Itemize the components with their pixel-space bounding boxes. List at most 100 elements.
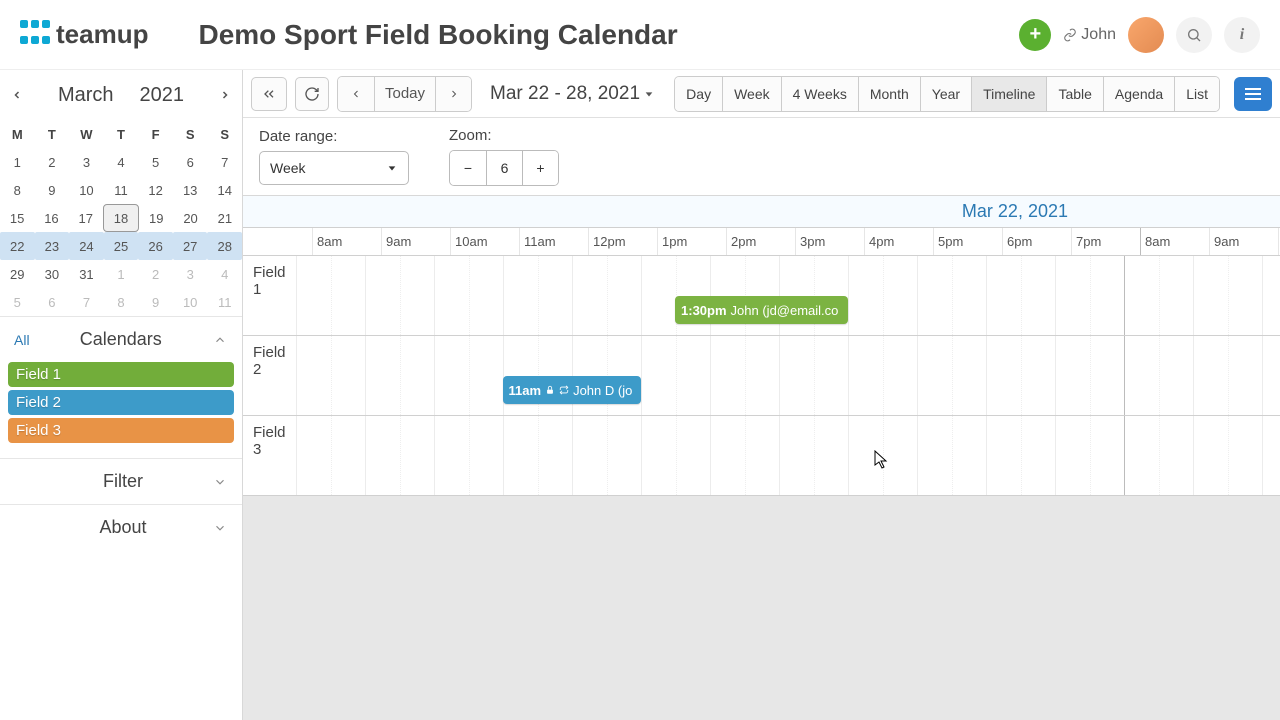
date-range-picker[interactable]: Mar 22 - 28, 2021	[490, 83, 654, 105]
timeline-cell[interactable]	[296, 336, 365, 415]
mini-day[interactable]: 8	[104, 288, 139, 316]
mini-year[interactable]: 2021	[140, 84, 185, 107]
view-4-weeks[interactable]: 4 Weeks	[781, 77, 858, 111]
timeline-cell[interactable]	[917, 256, 986, 335]
mini-day[interactable]: 6	[173, 148, 208, 176]
mini-day[interactable]: 25	[104, 232, 139, 260]
zoom-in-button[interactable]: +	[522, 151, 558, 185]
view-week[interactable]: Week	[722, 77, 781, 111]
mini-day[interactable]: 11	[207, 288, 242, 316]
mini-day[interactable]: 12	[138, 176, 173, 204]
timeline-cell[interactable]	[917, 336, 986, 415]
timeline-cell[interactable]	[848, 256, 917, 335]
timeline-cell[interactable]	[1262, 336, 1280, 415]
add-button[interactable]: +	[1019, 19, 1051, 51]
prev-button[interactable]	[338, 77, 374, 111]
mini-day[interactable]: 24	[69, 232, 104, 260]
timeline-cell[interactable]	[1124, 416, 1193, 495]
view-list[interactable]: List	[1174, 77, 1219, 111]
timeline-cell[interactable]	[296, 416, 365, 495]
timeline-cell[interactable]	[365, 256, 434, 335]
timeline-cell[interactable]	[641, 416, 710, 495]
info-button[interactable]: i	[1224, 17, 1260, 53]
mini-day[interactable]: 9	[35, 176, 70, 204]
timeline-cell[interactable]	[710, 416, 779, 495]
calendar-item[interactable]: Field 1	[8, 362, 234, 387]
mini-day[interactable]: 19	[139, 204, 173, 232]
timeline-cell[interactable]	[1262, 416, 1280, 495]
mini-day[interactable]: 13	[173, 176, 208, 204]
timeline-cell[interactable]	[365, 416, 434, 495]
timeline-cell[interactable]	[986, 256, 1055, 335]
calendars-all[interactable]: All	[14, 332, 30, 348]
timeline-cell[interactable]	[779, 416, 848, 495]
mini-day[interactable]: 2	[138, 260, 173, 288]
mini-day[interactable]: 11	[104, 176, 139, 204]
view-agenda[interactable]: Agenda	[1103, 77, 1174, 111]
mini-day[interactable]: 5	[138, 148, 173, 176]
timeline-cell[interactable]	[572, 256, 641, 335]
calendar-item[interactable]: Field 2	[8, 390, 234, 415]
timeline-cell[interactable]	[1193, 256, 1262, 335]
mini-day[interactable]: 14	[207, 176, 242, 204]
timeline-cell[interactable]	[1124, 256, 1193, 335]
mini-month[interactable]: March	[58, 84, 114, 107]
mini-day[interactable]: 17	[69, 204, 103, 232]
mini-next[interactable]	[214, 78, 236, 112]
mini-day[interactable]: 28	[207, 232, 242, 260]
search-button[interactable]	[1176, 17, 1212, 53]
menu-button[interactable]	[1234, 77, 1272, 111]
mini-day[interactable]: 26	[138, 232, 173, 260]
mini-day[interactable]: 30	[35, 260, 70, 288]
timeline-cell[interactable]	[1055, 256, 1124, 335]
mini-day[interactable]: 10	[173, 288, 208, 316]
mini-day[interactable]: 22	[0, 232, 35, 260]
event[interactable]: 11amJohn D (jo	[503, 376, 641, 404]
calendars-header[interactable]: Calendars	[30, 329, 212, 350]
mini-day[interactable]: 2	[35, 148, 70, 176]
mini-day[interactable]: 8	[0, 176, 35, 204]
timeline-cell[interactable]	[365, 336, 434, 415]
timeline-cell[interactable]	[1055, 416, 1124, 495]
timeline-cell[interactable]	[296, 256, 365, 335]
zoom-out-button[interactable]: −	[450, 151, 486, 185]
event[interactable]: 1:30pmJohn (jd@email.co	[675, 296, 848, 324]
view-year[interactable]: Year	[920, 77, 971, 111]
timeline-cell[interactable]	[1124, 336, 1193, 415]
timeline-cell[interactable]	[434, 256, 503, 335]
mini-prev[interactable]	[6, 78, 28, 112]
user-link[interactable]: John	[1063, 26, 1116, 44]
mini-day[interactable]: 3	[69, 148, 104, 176]
timeline-cell[interactable]	[986, 416, 1055, 495]
timeline-cell[interactable]	[434, 336, 503, 415]
view-day[interactable]: Day	[675, 77, 722, 111]
timeline-cell[interactable]	[503, 256, 572, 335]
next-button[interactable]	[435, 77, 471, 111]
timeline-cell[interactable]	[503, 416, 572, 495]
timeline-cell[interactable]	[710, 336, 779, 415]
about-header[interactable]: About	[0, 505, 242, 550]
mini-day[interactable]: 29	[0, 260, 35, 288]
timeline-cell[interactable]	[779, 336, 848, 415]
mini-day[interactable]: 5	[0, 288, 35, 316]
view-month[interactable]: Month	[858, 77, 920, 111]
mini-day[interactable]: 18	[103, 204, 139, 232]
avatar[interactable]	[1128, 17, 1164, 53]
mini-day[interactable]: 20	[173, 204, 207, 232]
mini-day[interactable]: 9	[138, 288, 173, 316]
mini-day[interactable]: 16	[34, 204, 68, 232]
mini-day[interactable]: 27	[173, 232, 208, 260]
timeline-cell[interactable]	[641, 336, 710, 415]
mini-day[interactable]: 10	[69, 176, 104, 204]
timeline-cell[interactable]	[434, 416, 503, 495]
timeline-cell[interactable]	[848, 336, 917, 415]
mini-day[interactable]: 15	[0, 204, 34, 232]
mini-day[interactable]: 21	[208, 204, 242, 232]
mini-day[interactable]: 4	[207, 260, 242, 288]
logo[interactable]: teamup	[20, 19, 148, 50]
filter-header[interactable]: Filter	[0, 459, 242, 504]
view-timeline[interactable]: Timeline	[971, 77, 1046, 111]
mini-day[interactable]: 4	[104, 148, 139, 176]
mini-day[interactable]: 3	[173, 260, 208, 288]
today-button[interactable]: Today	[374, 77, 435, 111]
